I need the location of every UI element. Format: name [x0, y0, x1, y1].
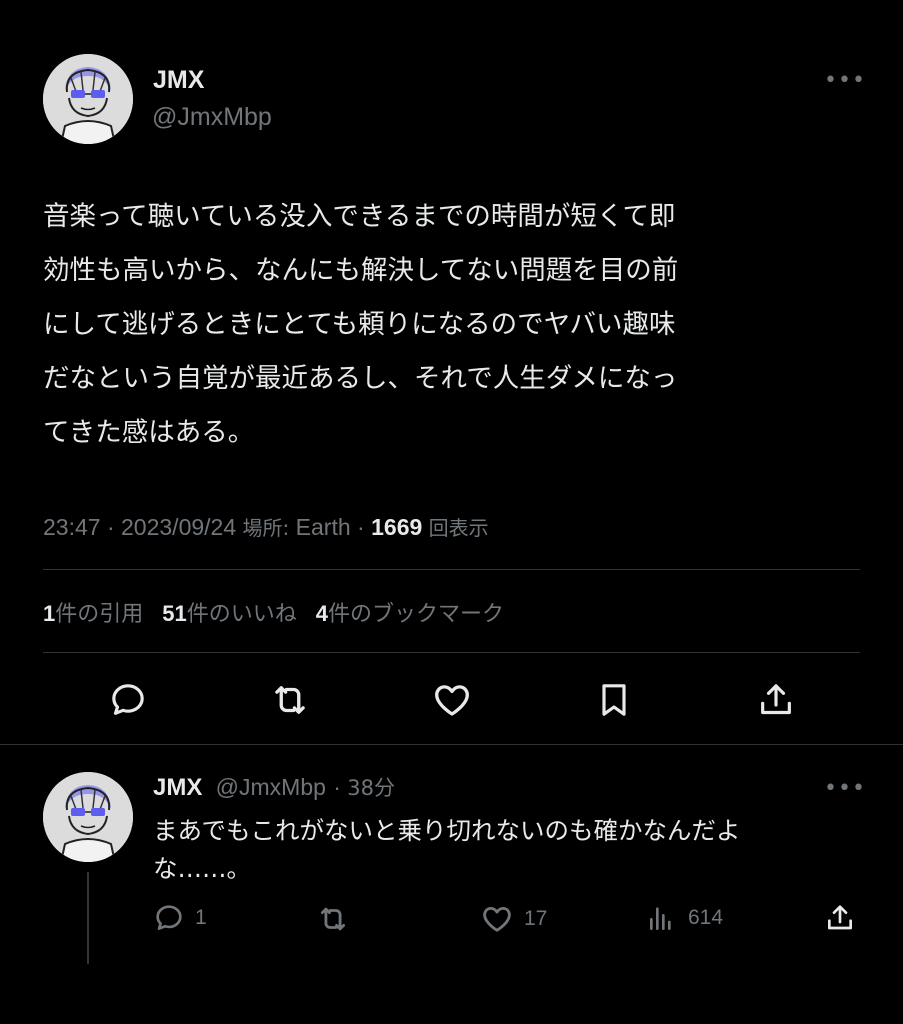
- like-button[interactable]: [428, 676, 476, 724]
- thread-line: [87, 872, 89, 964]
- divider: [0, 744, 903, 745]
- avatar-illustration: [43, 54, 133, 144]
- avatar[interactable]: [43, 54, 133, 144]
- more-options-icon[interactable]: •••: [824, 70, 866, 92]
- like-icon: [483, 906, 511, 932]
- bookmarks-count: 4: [315, 601, 329, 626]
- retweet-button[interactable]: [266, 676, 314, 724]
- share-button[interactable]: [752, 676, 800, 724]
- view-count: 614: [688, 906, 724, 929]
- view-count[interactable]: 1669: [371, 514, 422, 540]
- divider: [43, 569, 860, 570]
- like-icon: [435, 685, 469, 716]
- likes-label: 件のいいね: [186, 602, 297, 627]
- quotes-count: 1: [43, 601, 56, 626]
- reply-avatar[interactable]: [43, 772, 133, 862]
- tweet-meta: 23:47 · 2023/09/24 場所: Earth · 1669 回表示: [43, 512, 489, 541]
- reply-like-button[interactable]: 17: [480, 902, 547, 936]
- author-name[interactable]: JMX: [153, 66, 204, 95]
- reply-author-name[interactable]: JMX: [153, 774, 202, 801]
- author-handle[interactable]: @JmxMbp: [152, 103, 272, 132]
- view-label: 回表示: [428, 516, 489, 540]
- like-count: 17: [524, 907, 548, 930]
- avatar-illustration: [43, 772, 133, 862]
- share-icon: [828, 905, 852, 930]
- bookmarks-stat[interactable]: 4件のブックマーク: [315, 601, 505, 627]
- reply-icon: [156, 905, 182, 930]
- bookmark-button[interactable]: [590, 676, 638, 724]
- reply-count: 1: [195, 906, 207, 929]
- meta-separator: ·: [333, 774, 348, 800]
- bookmarks-label: 件のブックマーク: [328, 602, 505, 627]
- reply-text: まあでもこれがないと乗り切れないのも確かなんだよ な……。: [153, 816, 741, 883]
- divider: [43, 652, 860, 653]
- reply-header: JMX @JmxMbp · 38分: [153, 772, 395, 802]
- location-value[interactable]: Earth: [296, 514, 351, 540]
- tweet-time[interactable]: 23:47: [43, 514, 101, 540]
- bookmark-icon: [602, 684, 626, 716]
- tweet-text: 音楽って聴いている没入できるまでの時間が短くて即 効性も高いから、なんにも解決し…: [43, 201, 679, 448]
- retweet-icon: [320, 907, 346, 931]
- retweet-icon: [275, 686, 305, 714]
- reply-age[interactable]: 38分: [347, 776, 395, 800]
- views-icon: [650, 907, 671, 930]
- likes-count: 51: [162, 601, 187, 626]
- quotes-stat[interactable]: 1件の引用: [43, 601, 150, 627]
- reply-author-handle[interactable]: @JmxMbp: [216, 774, 326, 800]
- reply-more-options-icon[interactable]: •••: [824, 778, 866, 800]
- reply-icon: [112, 684, 144, 715]
- meta-separator: ·: [357, 514, 372, 540]
- likes-stat[interactable]: 51件のいいね: [162, 601, 304, 627]
- quotes-label: 件の引用: [55, 602, 144, 627]
- tweet-stats: 1件の引用 51件のいいね 4件のブックマーク: [43, 596, 504, 628]
- reply-reply-button[interactable]: 1: [153, 902, 207, 934]
- location-label: 場所:: [242, 516, 290, 540]
- tweet-date[interactable]: 2023/09/24: [121, 514, 236, 540]
- reply-button[interactable]: [104, 676, 152, 724]
- meta-separator: ·: [106, 514, 122, 540]
- reply-views-button[interactable]: 614: [646, 902, 723, 934]
- share-icon: [761, 684, 791, 715]
- reply-share-button[interactable]: [824, 902, 856, 934]
- reply-retweet-button[interactable]: [316, 902, 360, 936]
